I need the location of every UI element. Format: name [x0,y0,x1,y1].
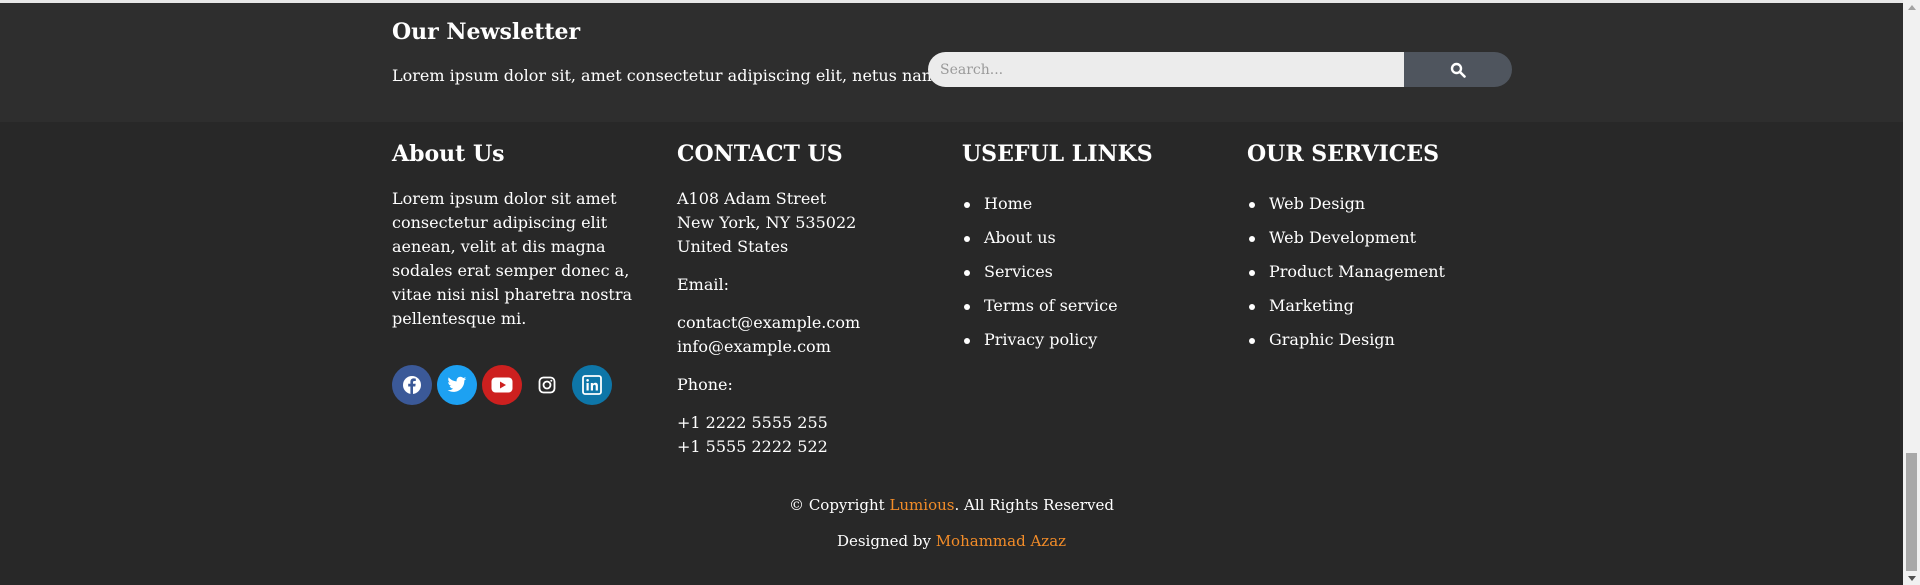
instagram-link[interactable] [527,365,567,405]
about-column: About Us Lorem ipsum dolor sit amet cons… [392,141,662,405]
instagram-icon [538,376,556,394]
scroll-thumb[interactable] [1906,453,1917,571]
search-input[interactable] [928,52,1404,87]
useful-links-list: Home About us Services Terms of service … [962,187,1232,357]
link-about-us[interactable]: About us [984,228,1056,247]
email-value: contact@example.com [677,313,861,332]
facebook-icon [403,376,421,394]
vertical-scrollbar[interactable] [1903,0,1920,585]
list-item: About us [964,221,1232,255]
twitter-icon [447,376,467,392]
phone-value: +1 5555 2222 522 [677,437,828,456]
service-web-development[interactable]: Web Development [1269,228,1416,247]
linkedin-icon [582,375,602,395]
search-icon [1450,62,1466,78]
copyright-suffix: . All Rights Reserved [954,496,1114,514]
contact-heading: CONTACT US [677,141,843,167]
contact-emails: contact@example.com info@example.com [677,311,947,359]
services-heading: OUR SERVICES [1247,141,1439,167]
service-graphic-design[interactable]: Graphic Design [1269,330,1395,349]
facebook-link[interactable] [392,365,432,405]
useful-links-column: USEFUL LINKS Home About us Services Term… [962,141,1232,357]
chevron-down-icon [1907,575,1916,581]
newsletter-text: Lorem ipsum dolor sit, amet consectetur … [392,66,943,85]
list-item: Privacy policy [964,323,1232,357]
youtube-link[interactable] [482,365,522,405]
about-heading: About Us [392,141,505,167]
designed-by-text: Designed by Mohammad Azaz [0,532,1903,550]
service-product-management[interactable]: Product Management [1269,262,1445,281]
newsletter-search-form [928,52,1512,87]
brand-link[interactable]: Lumious [889,496,954,514]
linkedin-link[interactable] [572,365,612,405]
service-web-design[interactable]: Web Design [1269,194,1365,213]
footer: Our Newsletter Lorem ipsum dolor sit, am… [0,3,1903,585]
contact-column: CONTACT US A108 Adam Street New York, NY… [677,141,947,459]
address-line: United States [677,237,789,256]
search-button[interactable] [1404,52,1512,87]
newsletter-section: Our Newsletter Lorem ipsum dolor sit, am… [0,3,1903,122]
designer-link[interactable]: Mohammad Azaz [936,532,1066,550]
list-item: Marketing [1249,289,1547,323]
scroll-up-arrow[interactable] [1903,0,1920,14]
list-item: Services [964,255,1232,289]
list-item: Terms of service [964,289,1232,323]
phone-label: Phone: [677,375,733,394]
address-line: A108 Adam Street [677,189,827,208]
contact-phones: +1 2222 5555 255 +1 5555 2222 522 [677,411,947,459]
copyright-text: © Copyright Lumious. All Rights Reserved [0,496,1903,514]
about-text: Lorem ipsum dolor sit amet consectetur a… [392,189,633,328]
scroll-down-arrow[interactable] [1903,571,1920,585]
address-line: New York, NY 535022 [677,213,857,232]
list-item: Graphic Design [1249,323,1547,357]
contact-address: A108 Adam Street New York, NY 535022 Uni… [677,187,947,259]
service-marketing[interactable]: Marketing [1269,296,1354,315]
list-item: Web Development [1249,221,1547,255]
link-privacy-policy[interactable]: Privacy policy [984,330,1097,349]
list-item: Web Design [1249,187,1547,221]
services-column: OUR SERVICES Web Design Web Development … [1247,141,1547,357]
link-home[interactable]: Home [984,194,1032,213]
social-links [392,365,662,405]
newsletter-title: Our Newsletter [392,19,581,45]
email-value: info@example.com [677,337,831,356]
link-terms-of-service[interactable]: Terms of service [984,296,1118,315]
phone-value: +1 2222 5555 255 [677,413,828,432]
link-services[interactable]: Services [984,262,1053,281]
chevron-up-icon [1907,4,1916,10]
services-list: Web Design Web Development Product Manag… [1247,187,1547,357]
email-label: Email: [677,275,730,294]
copyright-prefix: © Copyright [789,496,890,514]
useful-links-heading: USEFUL LINKS [962,141,1153,167]
twitter-link[interactable] [437,365,477,405]
list-item: Product Management [1249,255,1547,289]
youtube-icon [491,377,513,393]
list-item: Home [964,187,1232,221]
designed-prefix: Designed by [836,532,936,550]
